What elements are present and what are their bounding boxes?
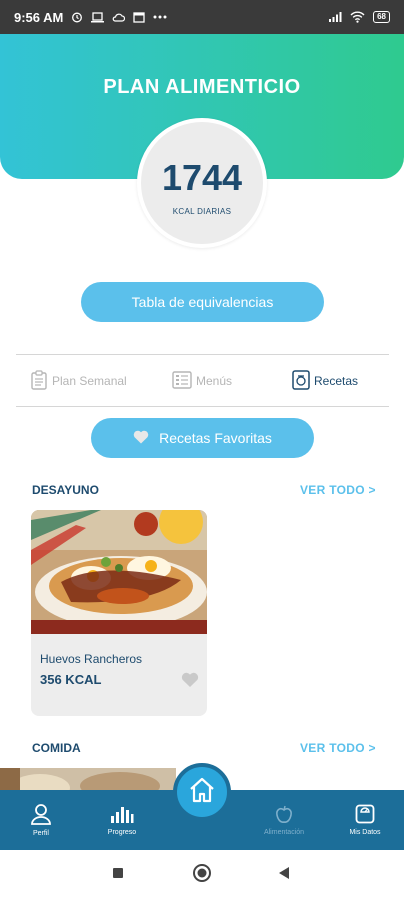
- tab-menus[interactable]: Menús: [172, 370, 233, 392]
- scale-icon: [355, 804, 375, 826]
- comida-recipe-photo[interactable]: [0, 768, 176, 792]
- more-icon: [153, 15, 167, 19]
- clipboard-icon: [30, 369, 48, 393]
- android-home-button[interactable]: [192, 850, 212, 900]
- recipe-photo: [31, 510, 207, 634]
- home-icon: [188, 777, 216, 808]
- recipe-kcal: 356 KCAL: [40, 672, 102, 687]
- tab-plan-semanal[interactable]: Plan Semanal: [30, 369, 127, 393]
- clock: 9:56 AM: [14, 9, 64, 25]
- nav-mis-datos-label: Mis Datos: [349, 829, 381, 836]
- apple-icon: [274, 804, 294, 826]
- cloud-icon: [112, 12, 126, 23]
- favorite-heart-icon[interactable]: [181, 672, 199, 693]
- nav-perfil[interactable]: Perfil: [22, 790, 60, 850]
- tab-bar: Plan Semanal Menús Recetas: [16, 356, 389, 406]
- back-triangle-icon: [278, 866, 290, 885]
- nav-progreso[interactable]: Progreso: [98, 790, 146, 850]
- list-icon: [172, 370, 192, 392]
- calendar-icon: [133, 11, 146, 23]
- signal-icon: [328, 11, 342, 23]
- status-bar: 9:56 AM 68: [0, 0, 404, 34]
- divider-bottom: [16, 406, 389, 407]
- bar-chart-icon: [110, 804, 134, 826]
- favorite-recipes-button[interactable]: Recetas Favoritas: [91, 418, 314, 458]
- recipe-book-icon: [292, 369, 310, 393]
- section-desayuno-title: DESAYUNO: [32, 483, 99, 497]
- desayuno-see-all-link[interactable]: VER TODO >: [300, 483, 376, 497]
- laptop-icon: [91, 11, 105, 23]
- battery-icon: 68: [373, 11, 390, 23]
- divider-top: [16, 354, 389, 355]
- wifi-icon: [350, 11, 365, 23]
- comida-see-all-link[interactable]: VER TODO >: [300, 741, 376, 755]
- nav-alimentacion[interactable]: Alimentación: [252, 790, 316, 850]
- page-title: PLAN ALIMENTICIO: [103, 76, 301, 98]
- android-nav-bar: [0, 850, 404, 900]
- nav-alimentacion-label: Alimentación: [263, 829, 305, 836]
- equivalencias-button[interactable]: Tabla de equivalencias: [81, 282, 324, 322]
- daily-kcal-value: 1744: [161, 156, 243, 198]
- recipe-card[interactable]: Huevos Rancheros 356 KCAL: [31, 510, 207, 716]
- tab-recetas-label: Recetas: [314, 374, 359, 388]
- alarm-icon: [71, 11, 83, 23]
- circle-icon: [192, 863, 212, 888]
- nav-progreso-label: Progreso: [107, 829, 137, 836]
- favorite-recipes-label: Recetas Favoritas: [159, 430, 272, 446]
- nav-mis-datos[interactable]: Mis Datos: [340, 790, 390, 850]
- back-button[interactable]: [278, 850, 290, 900]
- daily-kcal-circle: 1744 KCAL DIARIAS: [137, 118, 267, 248]
- tab-recetas[interactable]: Recetas: [292, 369, 359, 393]
- heart-icon: [133, 430, 149, 447]
- nav-perfil-label: Perfil: [33, 830, 49, 837]
- user-icon: [30, 803, 52, 827]
- section-comida-title: COMIDA: [32, 741, 81, 755]
- square-icon: [112, 866, 124, 884]
- daily-kcal-label: KCAL DIARIAS: [172, 206, 232, 216]
- equivalencias-label: Tabla de equivalencias: [131, 294, 274, 310]
- recipe-name: Huevos Rancheros: [40, 652, 143, 666]
- tab-plan-semanal-label: Plan Semanal: [52, 374, 127, 388]
- recents-button[interactable]: [112, 850, 124, 900]
- tab-menus-label: Menús: [196, 374, 233, 388]
- home-button[interactable]: [173, 763, 231, 821]
